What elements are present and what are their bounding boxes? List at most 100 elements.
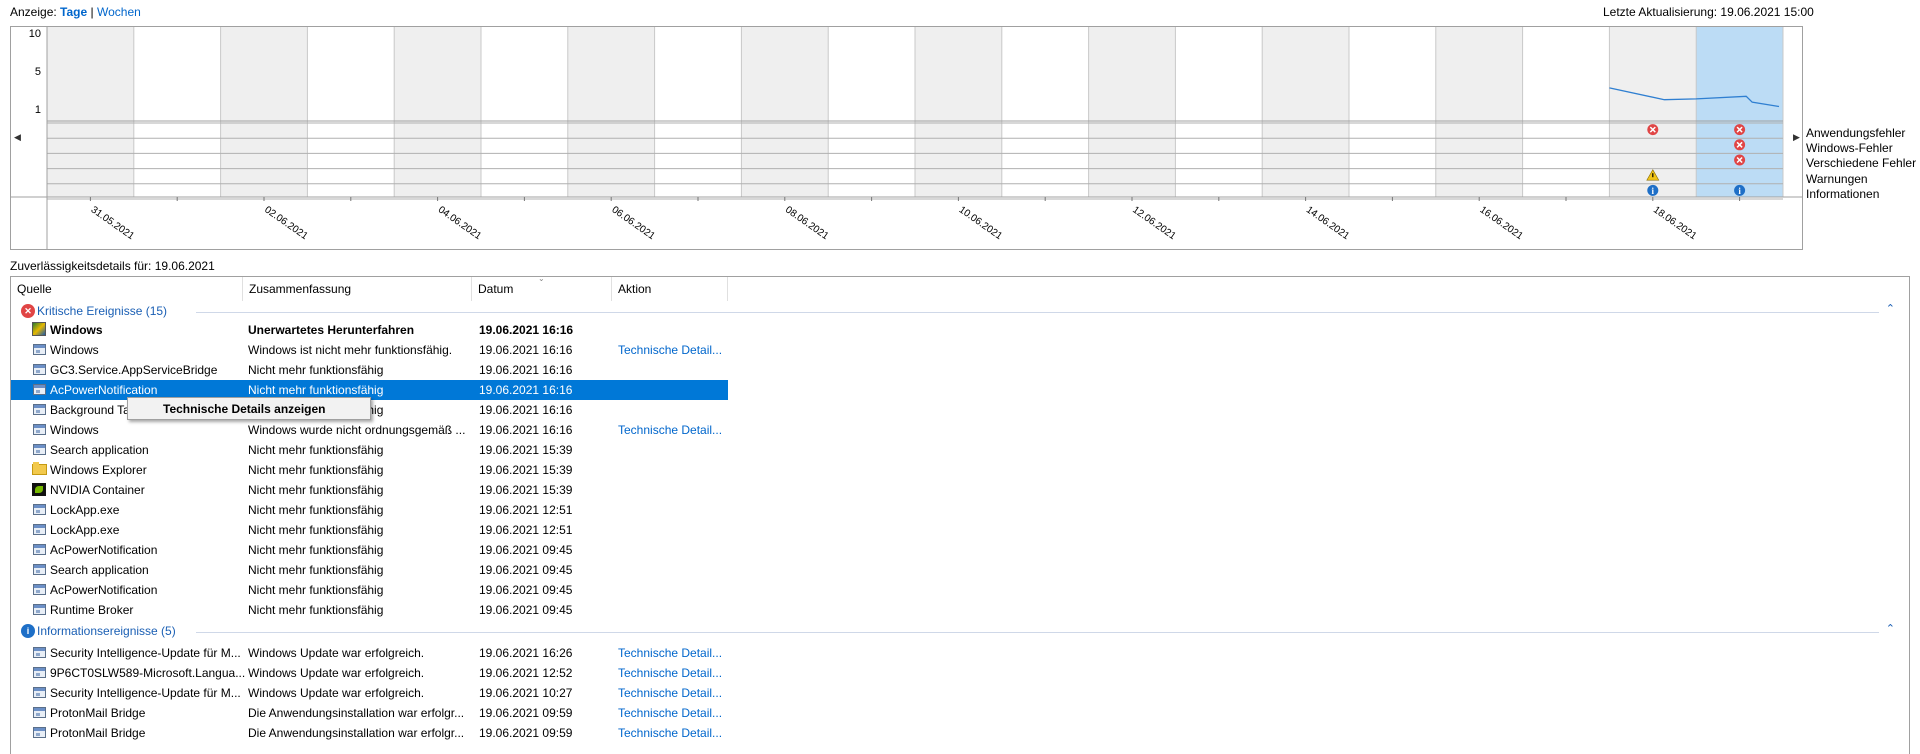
app-window-icon: [31, 723, 47, 743]
reliability-chart[interactable]: 10 5 1 31.05.2021 02.06.2021 04.06.2021 06.06.…: [10, 26, 1803, 250]
view-days-link[interactable]: Tage: [60, 5, 87, 19]
day-column: [1175, 27, 1263, 197]
row-summary: Die Anwendungsinstallation war erfolgr..…: [248, 706, 465, 720]
row-summary: Windows Update war erfolgreich.: [248, 666, 425, 680]
app-window-icon: [31, 400, 47, 420]
x-date-label: 31.05.2021: [89, 204, 137, 242]
collapse-chevron-icon[interactable]: ⌃: [1886, 622, 1895, 635]
folder-icon: [31, 460, 47, 480]
critical-error-icon: ✕: [21, 304, 35, 318]
col-header-summary[interactable]: Zusammenfassung: [243, 277, 472, 301]
table-row[interactable]: 9P6CT0SLW589-Microsoft.Langua... Windows …: [11, 663, 728, 683]
legend-windows-errors: Windows-Fehler: [1806, 141, 1893, 156]
app-window-icon: [31, 500, 47, 520]
day-column: [394, 27, 481, 197]
row-summary: Nicht mehr funktionsfähig: [248, 463, 384, 477]
day-column: [1262, 27, 1349, 197]
row-action-link[interactable]: Technische Detail...: [618, 663, 726, 683]
row-source: Search application: [50, 443, 149, 457]
day-column: [1001, 27, 1089, 197]
x-date-label: 16.06.2021: [1477, 204, 1525, 242]
group-divider: [196, 632, 1879, 633]
row-action-link[interactable]: Technische Detail...: [618, 703, 726, 723]
x-date-label: 08.06.2021: [783, 204, 831, 242]
context-menu-item-technical-details[interactable]: Technische Details anzeigen: [163, 402, 326, 416]
table-row[interactable]: Runtime Broker Nicht mehr funktionsfähig 1…: [11, 600, 728, 620]
row-summary: Unerwartetes Herunterfahren: [248, 323, 415, 337]
x-date-label: 12.06.2021: [1130, 204, 1178, 242]
day-column: [1435, 27, 1523, 197]
row-source: ProtonMail Bridge: [50, 706, 146, 720]
app-window-icon: [31, 380, 47, 400]
chart-scroll-left-icon[interactable]: ◀: [14, 132, 21, 143]
row-date: 19.06.2021 12:52: [479, 666, 573, 680]
table-row[interactable]: Windows Windows ist nicht mehr funktionsf…: [11, 340, 728, 360]
app-window-icon: [31, 663, 47, 683]
row-summary: Windows wurde nicht ordnungsgemäß ...: [248, 423, 466, 437]
table-row[interactable]: AcPowerNotification Nicht mehr funktionsf…: [11, 540, 728, 560]
row-summary: Nicht mehr funktionsfähig: [248, 543, 384, 557]
row-action-link[interactable]: Technische Detail...: [618, 683, 726, 703]
app-window-icon: [31, 540, 47, 560]
day-column: [481, 27, 568, 197]
row-summary: Nicht mehr funktionsfähig: [248, 523, 384, 537]
view-separator: |: [90, 5, 94, 19]
details-list[interactable]: Quelle Zusammenfassung Datum ⌄ Aktion ✕ K…: [10, 276, 1910, 754]
group-header[interactable]: i Informationsereignisse (5) ⌃: [11, 622, 1909, 642]
details-title: Zuverlässigkeitsdetails für: 19.06.2021: [10, 259, 215, 273]
row-date: 19.06.2021 10:27: [479, 686, 573, 700]
row-summary: Windows ist nicht mehr funktionsfähig.: [248, 343, 453, 357]
row-date: 19.06.2021 15:39: [479, 443, 573, 457]
row-action-link[interactable]: Technische Detail...: [618, 723, 726, 743]
x-date-label: 18.06.2021: [1651, 204, 1699, 242]
col-header-source[interactable]: Quelle: [11, 277, 243, 301]
row-date: 19.06.2021 09:45: [479, 603, 573, 617]
row-date: 19.06.2021 16:16: [479, 363, 573, 377]
row-source: AcPowerNotification: [50, 583, 158, 597]
table-row[interactable]: Windows Unerwartetes Herunterfahren 19.06.…: [11, 320, 728, 340]
legend-misc-errors: Verschiedene Fehler: [1806, 156, 1917, 171]
table-row[interactable]: Security Intelligence-Update für M... Win…: [11, 643, 728, 663]
nvidia-icon: [31, 480, 47, 500]
row-source: GC3.Service.AppServiceBridge: [50, 363, 218, 377]
app-window-icon: [31, 440, 47, 460]
group-header[interactable]: ✕ Kritische Ereignisse (15) ⌃: [11, 302, 1909, 322]
app-window-icon: [31, 420, 47, 440]
table-row[interactable]: GC3.Service.AppServiceBridge Nicht mehr f…: [11, 360, 728, 380]
col-header-action[interactable]: Aktion: [612, 277, 728, 301]
x-date-label: 14.06.2021: [1304, 204, 1352, 242]
reliability-chart-svg: 10 5 1 31.05.2021 02.06.2021 04.06.2021 06.06.…: [11, 27, 1802, 249]
app-window-icon: [31, 600, 47, 620]
chart-legend: Anwendungsfehler Windows-Fehler Verschie…: [1806, 126, 1916, 202]
row-source: Windows Explorer: [50, 463, 147, 477]
row-action-link[interactable]: Technische Detail...: [618, 340, 726, 360]
row-date: 19.06.2021 12:51: [479, 523, 573, 537]
app-window-icon: [31, 580, 47, 600]
x-date-label: 04.06.2021: [436, 204, 484, 242]
app-window-icon: [31, 360, 47, 380]
row-date: 19.06.2021 09:45: [479, 563, 573, 577]
last-update-label: Letzte Aktualisierung: 19.06.2021 15:00: [1603, 5, 1814, 19]
table-row[interactable]: LockApp.exe Nicht mehr funktionsfähig 19.0…: [11, 520, 728, 540]
row-date: 19.06.2021 16:16: [479, 383, 573, 397]
table-row[interactable]: ProtonMail Bridge Die Anwendungsinstallat…: [11, 723, 728, 743]
app-window-icon: [31, 683, 47, 703]
table-row[interactable]: Search application Nicht mehr funktionsfä…: [11, 440, 728, 460]
table-row[interactable]: Search application Nicht mehr funktionsfä…: [11, 560, 728, 580]
collapse-chevron-icon[interactable]: ⌃: [1886, 302, 1895, 315]
day-column: [1349, 27, 1436, 197]
row-action-link[interactable]: Technische Detail...: [618, 420, 726, 440]
row-action-link[interactable]: Technische Detail...: [618, 643, 726, 663]
table-row[interactable]: Windows Windows wurde nicht ordnungsgemäß…: [11, 420, 728, 440]
table-row[interactable]: LockApp.exe Nicht mehr funktionsfähig 19.0…: [11, 500, 728, 520]
x-date-label: 10.06.2021: [957, 204, 1005, 242]
day-column: [133, 27, 221, 197]
table-row[interactable]: NVIDIA Container Nicht mehr funktionsfähi…: [11, 480, 728, 500]
chart-scroll-right-icon[interactable]: ▶: [1793, 132, 1800, 143]
table-row[interactable]: Security Intelligence-Update für M... Win…: [11, 683, 728, 703]
view-weeks-link[interactable]: Wochen: [97, 5, 141, 19]
table-row[interactable]: Windows Explorer Nicht mehr funktionsfähi…: [11, 460, 728, 480]
table-row[interactable]: AcPowerNotification Nicht mehr funktionsf…: [11, 580, 728, 600]
row-summary: Nicht mehr funktionsfähig: [248, 443, 384, 457]
table-row[interactable]: ProtonMail Bridge Die Anwendungsinstallat…: [11, 703, 728, 723]
